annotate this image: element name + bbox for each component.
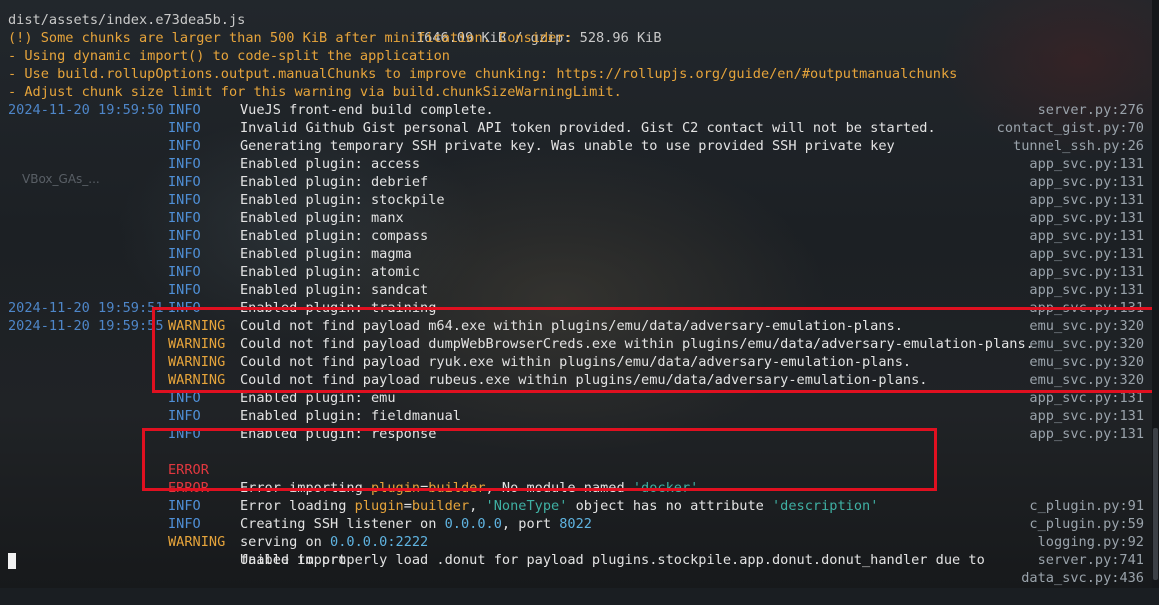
log-source: app_svc.py:131: [1029, 228, 1144, 244]
log-source: app_svc.py:131: [1029, 300, 1144, 316]
log-source: emu_svc.py:320: [1029, 372, 1144, 388]
chunk-warning-line: (!) Some chunks are larger than 500 KiB …: [8, 30, 573, 46]
log-message: Could not find payload ryuk.exe within p…: [240, 354, 912, 370]
log-timestamp: 2024-11-20 19:59:51: [8, 300, 164, 316]
log-source: app_svc.py:131: [1029, 192, 1144, 208]
log-line-error: ERROR Error importing plugin=builder, No…: [168, 462, 1144, 514]
scrollbar-thumb[interactable]: [1153, 428, 1158, 580]
log-line-info: INFO Generating temporary SSH private key…: [0, 137, 1152, 155]
log-source: app_svc.py:131: [1029, 210, 1144, 226]
log-line-info: 2024-11-20 19:59:51 INFO Enabled plugin: t…: [0, 299, 1152, 317]
log-line-warning: WARNING Unable to properly load .donut f…: [168, 534, 1144, 586]
log-message: Enabled plugin: sandcat: [240, 282, 429, 298]
log-line-info: INFO Enabled plugin: stockpile app_svc.py:…: [0, 191, 1152, 209]
log-line-warning: WARNING Could not find payload rubeus.exe…: [0, 371, 1152, 389]
log-level: WARNING: [168, 372, 226, 388]
log-source: app_svc.py:131: [1029, 426, 1144, 442]
log-level: WARNING: [168, 318, 226, 334]
log-level: INFO: [168, 264, 201, 280]
log-source: tunnel_ssh.py:26: [1013, 138, 1144, 154]
log-line-info: INFO Enabled plugin: compass app_svc.py:13…: [0, 227, 1152, 245]
log-line-info: INFO Enabled plugin: response app_svc.py:1…: [0, 425, 1152, 443]
log-message: VueJS front-end build complete.: [240, 102, 494, 118]
log-level: INFO: [168, 408, 201, 424]
log-message: Could not find payload dumpWebBrowserCre…: [240, 336, 1034, 352]
log-line-info: INFO Enabled plugin: manx app_svc.py:131: [0, 209, 1152, 227]
log-message: Enabled plugin: debrief: [240, 174, 429, 190]
log-line-warning: WARNING Could not find payload dumpWebBro…: [0, 335, 1152, 353]
log-level: INFO: [168, 228, 201, 244]
log-message: Invalid Github Gist personal API token p…: [240, 120, 936, 136]
log-message: Generating temporary SSH private key. Wa…: [240, 138, 895, 154]
log-level: WARNING: [168, 354, 226, 370]
log-message: Could not find payload rubeus.exe within…: [240, 372, 928, 388]
log-source: emu_svc.py:320: [1029, 336, 1144, 352]
log-level: WARNING: [168, 336, 226, 352]
log-level: INFO: [168, 192, 201, 208]
scrollbar[interactable]: [1152, 0, 1159, 588]
log-source: server.py:276: [1037, 102, 1144, 118]
log-message: Enabled plugin: emu: [240, 390, 396, 406]
log-line-error: ERROR Error loading plugin=builder, 'Non…: [168, 480, 1144, 532]
log-line-info: 2024-11-20 19:59:50 INFO VueJS front-end b…: [0, 101, 1152, 119]
log-source: app_svc.py:131: [1029, 264, 1144, 280]
log-message: Enabled plugin: atomic: [240, 264, 421, 280]
log-line-info: INFO Enabled plugin: atomic app_svc.py:131: [0, 263, 1152, 281]
log-level: INFO: [168, 300, 201, 316]
chunk-warning-line: - Adjust chunk size limit for this warni…: [8, 84, 622, 100]
log-level: INFO: [168, 390, 201, 406]
log-level: INFO: [168, 174, 201, 190]
log-line-info: INFO serving on 0.0.0.0:2222 server.py:7…: [168, 516, 1144, 568]
log-level: INFO: [168, 282, 201, 298]
chunk-warning-line: - Use build.rollupOptions.output.manualC…: [8, 66, 958, 82]
log-level: INFO: [168, 210, 201, 226]
log-message: Enabled plugin: stockpile: [240, 192, 445, 208]
log-message: Enabled plugin: response: [240, 426, 437, 442]
log-message: Enabled plugin: fieldmanual: [240, 408, 461, 424]
log-line-info: INFO Enabled plugin: fieldmanual app_svc.p…: [0, 407, 1152, 425]
log-message: Enabled plugin: magma: [240, 246, 412, 262]
terminal-cursor[interactable]: [8, 553, 16, 569]
chunk-warning-line: - Using dynamic import() to code-split t…: [8, 48, 450, 64]
log-message: Could not find payload m64.exe within pl…: [240, 318, 903, 334]
log-line-info: INFO Creating SSH listener on 0.0.0.0, p…: [168, 498, 1144, 550]
log-level: INFO: [168, 138, 201, 154]
log-level: INFO: [168, 156, 201, 172]
log-line-info: INFO Enabled plugin: magma app_svc.py:131: [0, 245, 1152, 263]
log-level: INFO: [168, 426, 201, 442]
log-source: app_svc.py:131: [1029, 408, 1144, 424]
log-line-info: INFO Enabled plugin: access app_svc.py:131: [0, 155, 1152, 173]
log-source: app_svc.py:131: [1029, 174, 1144, 190]
log-source: app_svc.py:131: [1029, 390, 1144, 406]
build-output-line: dist/assets/index.e73dea5b.js 1646.09 Ki…: [0, 0, 1152, 46]
log-line-info: INFO Enabled plugin: debrief app_svc.py:13…: [0, 173, 1152, 191]
log-line-warning: 2024-11-20 19:59:55 WARNING Could not find…: [0, 317, 1152, 335]
log-line-info: INFO Enabled plugin: sandcat app_svc.py:13…: [0, 281, 1152, 299]
log-source: app_svc.py:131: [1029, 156, 1144, 172]
log-source: contact_gist.py:70: [996, 120, 1144, 136]
log-timestamp: 2024-11-20 19:59:55: [8, 318, 164, 334]
log-line-warning: WARNING Could not find payload ryuk.exe w…: [0, 353, 1152, 371]
log-message: Enabled plugin: access: [240, 156, 421, 172]
log-message: Enabled plugin: manx: [240, 210, 404, 226]
log-level: INFO: [168, 102, 201, 118]
log-line-info: INFO Invalid Github Gist personal API tok…: [0, 119, 1152, 137]
log-line-info: INFO Enabled plugin: emu app_svc.py:131: [0, 389, 1152, 407]
log-source: emu_svc.py:320: [1029, 318, 1144, 334]
log-level: INFO: [168, 120, 201, 136]
log-timestamp: 2024-11-20 19:59:50: [8, 102, 164, 118]
log-message: Enabled plugin: training: [240, 300, 437, 316]
log-source: app_svc.py:131: [1029, 246, 1144, 262]
log-source: app_svc.py:131: [1029, 282, 1144, 298]
log-level: INFO: [168, 246, 201, 262]
log-line-continuation: failed import: [240, 552, 347, 568]
bundle-file: dist/assets/index.e73dea5b.js: [8, 12, 246, 28]
log-source: emu_svc.py:320: [1029, 354, 1144, 370]
log-message: Enabled plugin: compass: [240, 228, 429, 244]
